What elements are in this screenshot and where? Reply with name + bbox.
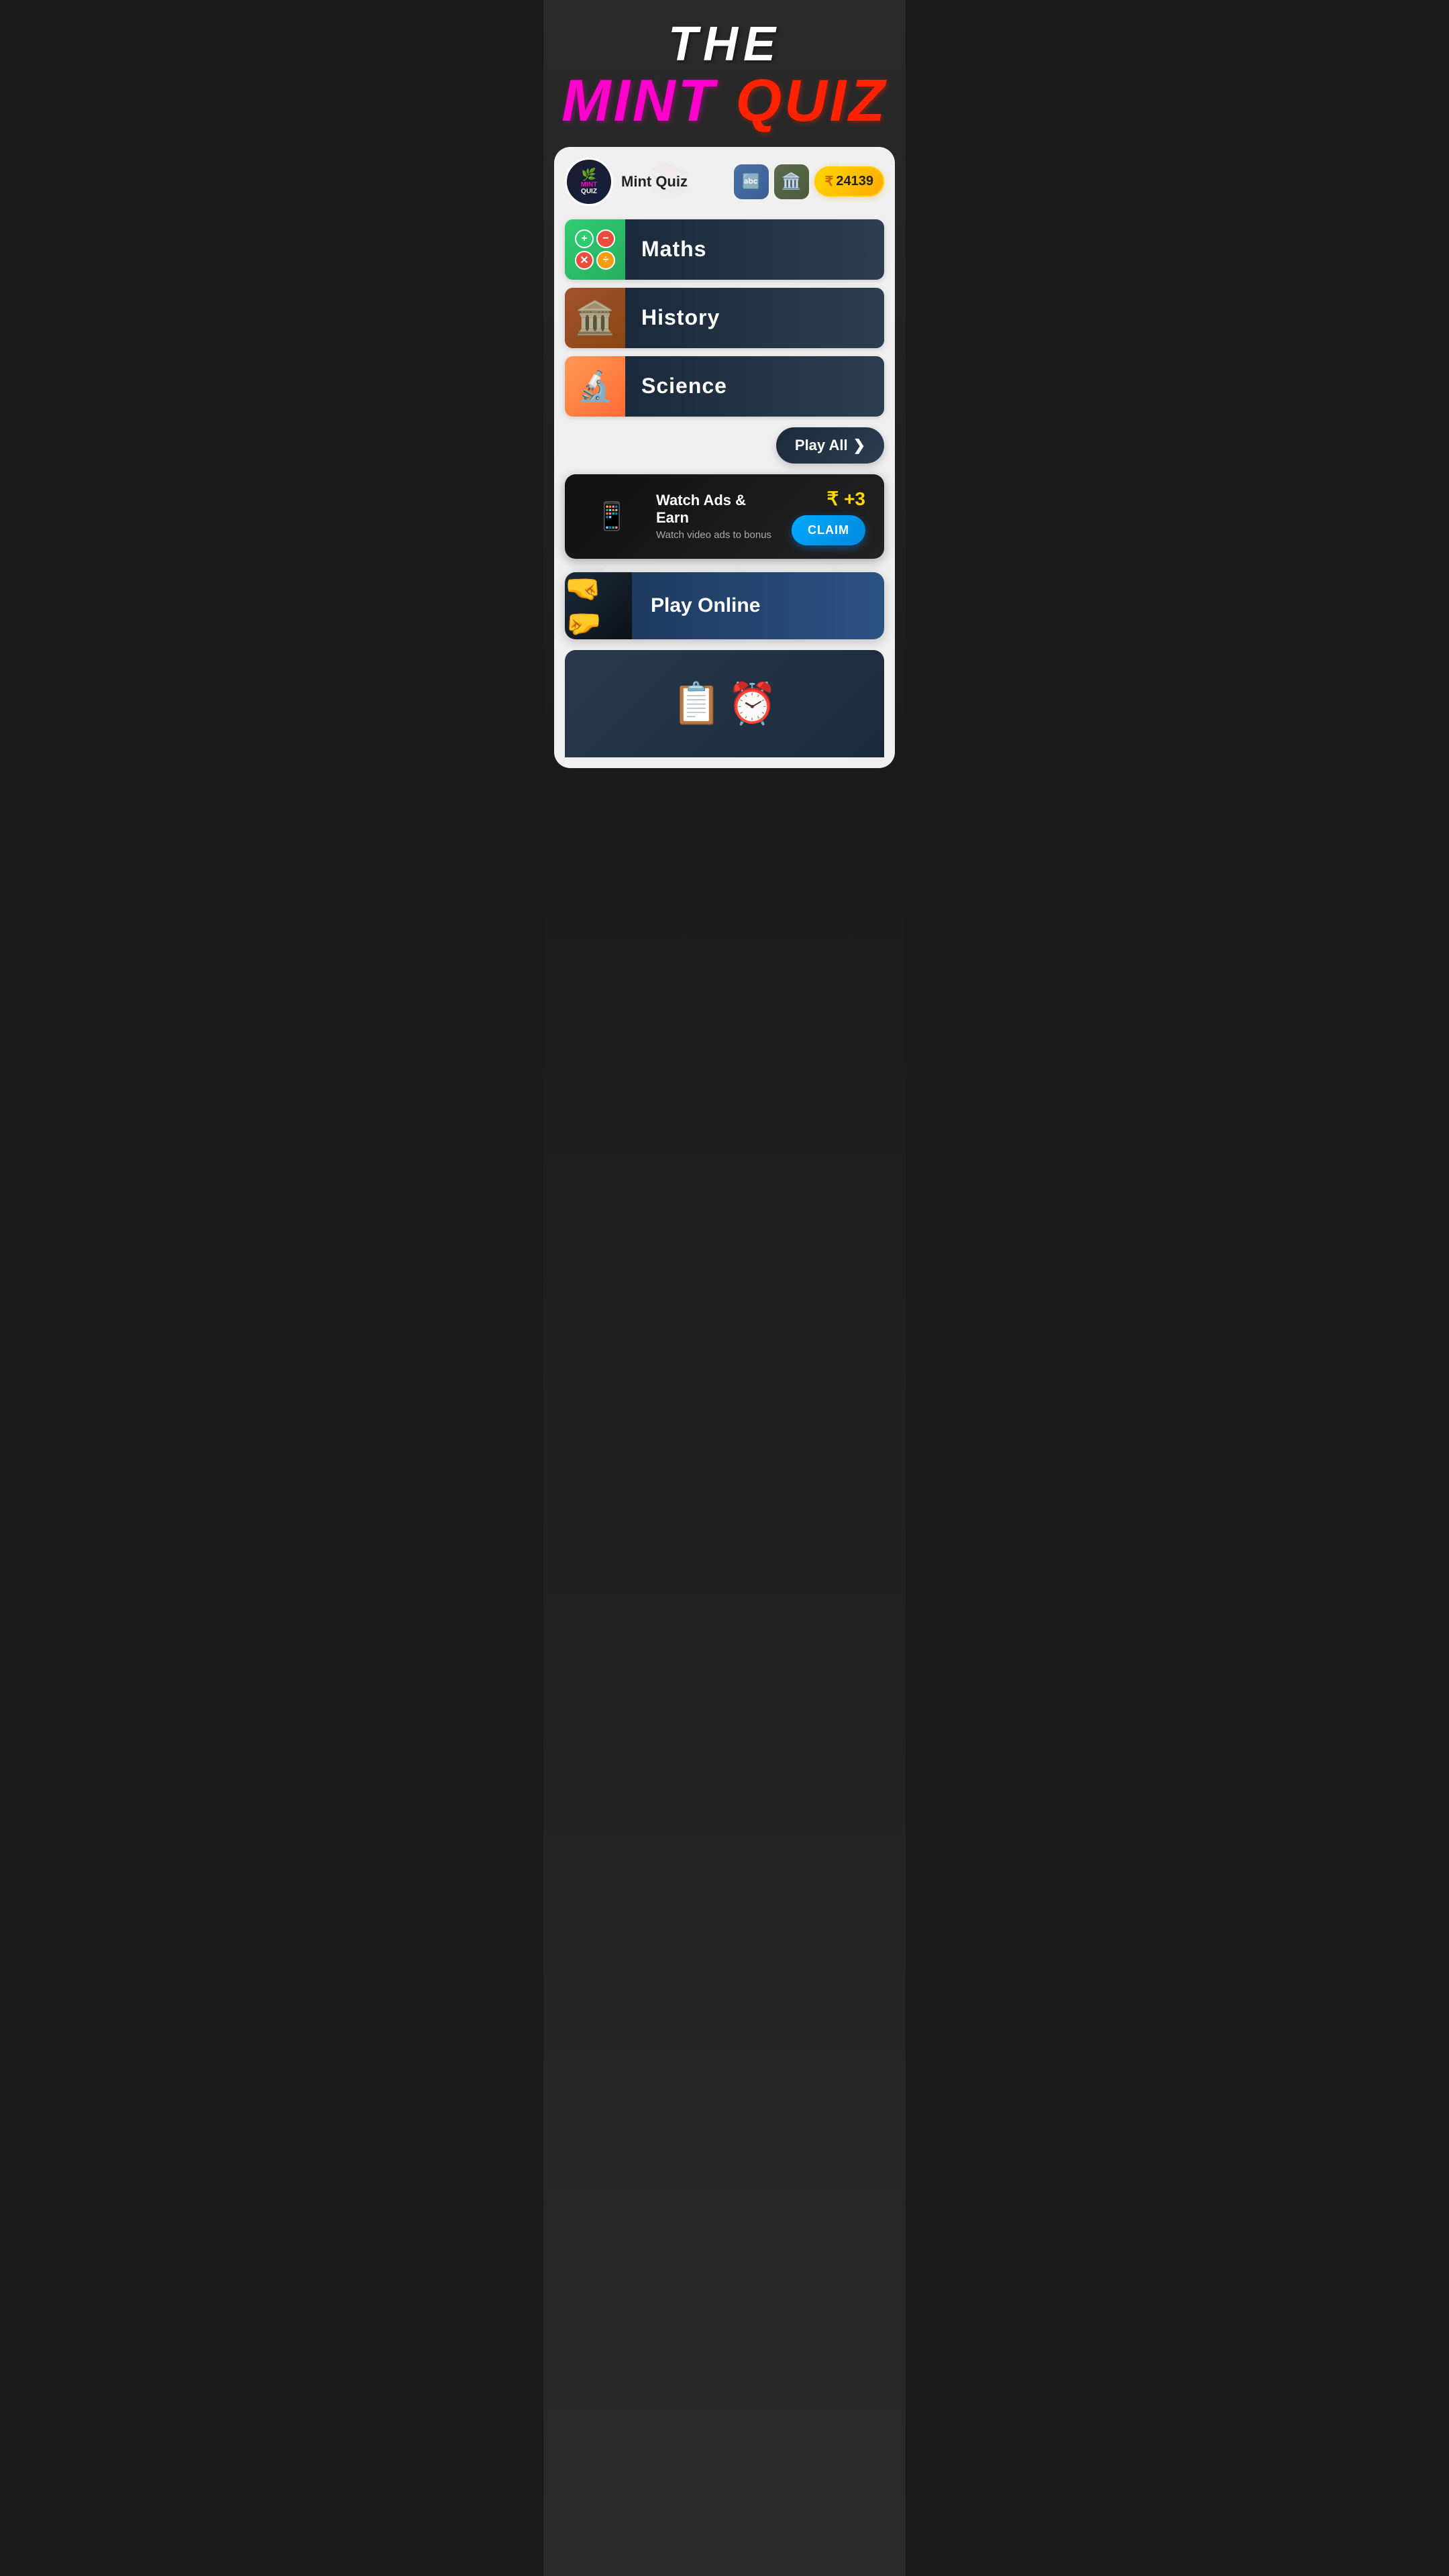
history-label: History	[625, 288, 884, 348]
claim-button[interactable]: CLAIM	[792, 515, 865, 545]
minus-icon: −	[596, 229, 615, 248]
ads-content: Watch Ads & Earn Watch video ads to bonu…	[656, 492, 781, 541]
reward-value: +3	[844, 488, 865, 509]
claim-label: CLAIM	[808, 523, 849, 537]
title-area: THE MINT QUIZ	[543, 0, 906, 147]
reward-amount: ₹ +3	[792, 488, 865, 510]
maths-label: Maths	[625, 219, 884, 280]
science-thumbnail: 🔬	[565, 356, 625, 417]
shop-button[interactable]: 🏛️	[774, 164, 809, 199]
timer-illustration: 📋 ⏰	[658, 666, 790, 741]
title-mint-quiz: MINT QUIZ	[557, 68, 892, 133]
coins-badge: ₹ 24139	[814, 166, 884, 197]
translate-icon: 🔤	[742, 173, 760, 191]
category-maths[interactable]: + − ✕ ÷ Maths	[565, 219, 884, 280]
rupee-symbol: ₹	[825, 173, 834, 190]
category-science[interactable]: 🔬 Science	[565, 356, 884, 417]
app-logo: 🌿 MINT QUIZ	[565, 158, 613, 206]
title-mint: MINT	[561, 67, 736, 133]
reward-rupee: ₹	[826, 488, 839, 509]
play-all-label: Play All	[795, 437, 848, 454]
coins-amount: 24139	[836, 174, 873, 189]
logo-text-quiz: QUIZ	[581, 189, 597, 195]
play-all-row: Play All ❯	[565, 427, 884, 464]
categories-list: + − ✕ ÷ Maths 🏛️ Histo	[565, 219, 884, 417]
logo-icon: 🌿	[581, 168, 597, 182]
ads-subtitle: Watch video ads to bonus	[656, 529, 781, 541]
ads-illustration: 📱	[578, 490, 645, 543]
play-online-icon: 🤜🤛	[565, 572, 632, 639]
maths-thumbnail: + − ✕ ÷	[565, 219, 625, 280]
header-actions: 🔤 🏛️ ₹ 24139	[734, 164, 884, 199]
maths-icons-grid: + − ✕ ÷	[570, 224, 621, 275]
title-the: THE	[557, 20, 892, 68]
play-online-card[interactable]: 🤜🤛 Play Online	[565, 572, 884, 639]
ads-banner: 📱 Watch Ads & Earn Watch video ads to bo…	[565, 474, 884, 559]
history-thumbnail: 🏛️	[565, 288, 625, 348]
ads-title: Watch Ads & Earn	[656, 492, 781, 527]
ads-phone-icon: 📱	[595, 500, 629, 532]
clock-icon: ⏰	[727, 680, 777, 727]
divide-icon: ÷	[596, 251, 615, 270]
phone-wrapper: THE MINT QUIZ 🏛️ 📚 🔬 ➕ 🎓 🏺 ⚗️ 📐 🖥️ 📷 🔭 💡	[543, 0, 906, 2576]
timer-icons: 📋 ⏰	[672, 680, 777, 727]
translate-button[interactable]: 🔤	[734, 164, 769, 199]
science-label: Science	[625, 356, 884, 417]
plus-icon: +	[575, 229, 594, 248]
science-image: 🔬	[565, 356, 625, 417]
bottom-card-preview[interactable]: 📋 ⏰	[565, 650, 884, 757]
app-header: 🌿 MINT QUIZ Mint Quiz 🔤 🏛️ ₹ 24139	[565, 158, 884, 206]
ads-reward: ₹ +3 CLAIM	[792, 488, 865, 545]
play-all-arrow: ❯	[853, 437, 865, 454]
app-name-label: Mint Quiz	[621, 173, 726, 191]
history-image: 🏛️	[565, 288, 625, 348]
category-history[interactable]: 🏛️ History	[565, 288, 884, 348]
play-all-button[interactable]: Play All ❯	[776, 427, 884, 464]
shop-icon: 🏛️	[782, 172, 802, 191]
play-online-label: Play Online	[632, 572, 884, 639]
notepad-icon: 📋	[672, 680, 722, 727]
history-temple-icon: 🏛️	[575, 299, 615, 337]
title-quiz: QUIZ	[736, 67, 888, 133]
multiply-icon: ✕	[575, 251, 594, 270]
app-card: 🏛️ 📚 🔬 ➕ 🎓 🏺 ⚗️ 📐 🖥️ 📷 🔭 💡 🌿 MINT QUIZ	[554, 147, 895, 768]
play-online-thumbnail: 🤜🤛	[565, 572, 632, 639]
science-icon: 🔬	[577, 369, 614, 404]
